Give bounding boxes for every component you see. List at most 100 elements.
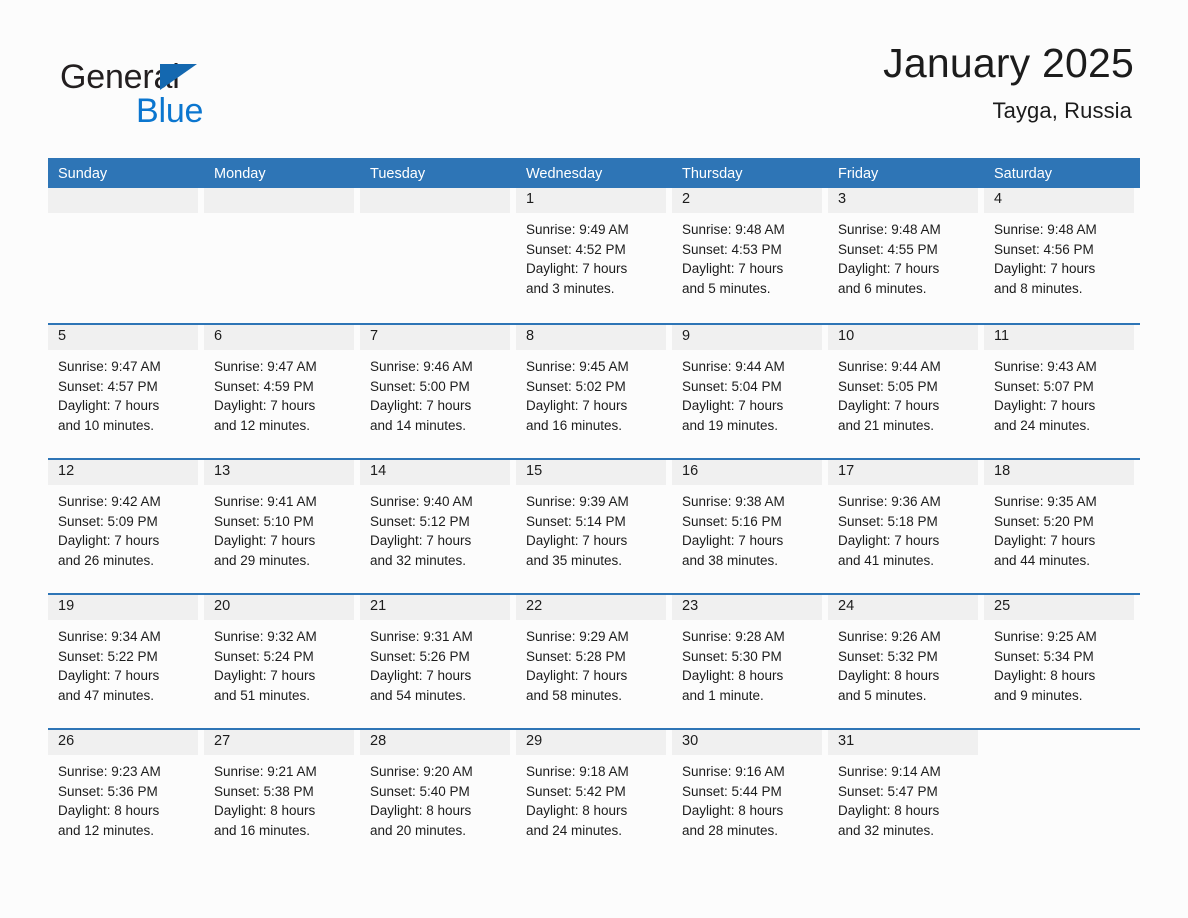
day-number: 31 bbox=[828, 730, 978, 755]
general-blue-logo[interactable]: General Blue bbox=[60, 48, 320, 140]
daylight-text-line1: Daylight: 8 hours bbox=[838, 668, 940, 684]
sunrise-text: Sunrise: 9:23 AM bbox=[58, 764, 161, 779]
daylight-text-line1: Daylight: 7 hours bbox=[58, 668, 160, 684]
page-title: January 2025 bbox=[883, 40, 1134, 86]
day-details: Sunrise: 9:38 AM Sunset: 5:16 PM Daylight:… bbox=[672, 485, 822, 571]
sunrise-text: Sunrise: 9:38 AM bbox=[682, 494, 785, 509]
calendar-weeks: 1 Sunrise: 9:49 AM Sunset: 4:52 PM Daylight… bbox=[48, 188, 1140, 863]
sunset-text: Sunset: 5:07 PM bbox=[994, 378, 1094, 394]
sunrise-text: Sunrise: 9:41 AM bbox=[214, 494, 317, 509]
page-header: General Blue January 2025 Tayga, Russia bbox=[48, 40, 1140, 150]
sunset-text: Sunset: 4:53 PM bbox=[682, 241, 782, 257]
day-details: Sunrise: 9:45 AM Sunset: 5:02 PM Daylight:… bbox=[516, 350, 666, 436]
daylight-text-line2: and 20 minutes. bbox=[370, 823, 467, 839]
sunset-text: Sunset: 5:36 PM bbox=[58, 783, 158, 799]
day-details: Sunrise: 9:48 AM Sunset: 4:55 PM Daylight:… bbox=[828, 213, 978, 299]
calendar-grid: Sunday Monday Tuesday Wednesday Thursday… bbox=[48, 158, 1140, 863]
daylight-text-line1: Daylight: 7 hours bbox=[526, 533, 628, 549]
daylight-text-line2: and 26 minutes. bbox=[58, 553, 155, 569]
daylight-text-line1: Daylight: 7 hours bbox=[526, 261, 628, 277]
calendar-day-cell[interactable]: 19 Sunrise: 9:34 AM Sunset: 5:22 PM Dayligh… bbox=[48, 595, 204, 728]
day-cell-inner bbox=[48, 188, 198, 323]
calendar-day-cell[interactable]: 9 Sunrise: 9:44 AM Sunset: 5:04 PM Daylight… bbox=[672, 325, 828, 458]
sunset-text: Sunset: 5:42 PM bbox=[526, 783, 626, 799]
day-number: 20 bbox=[204, 595, 354, 620]
day-number: 2 bbox=[672, 188, 822, 213]
day-number: 19 bbox=[48, 595, 198, 620]
calendar-day-cell[interactable]: 18 Sunrise: 9:35 AM Sunset: 5:20 PM Dayligh… bbox=[984, 460, 1140, 593]
calendar-day-cell[interactable]: 10 Sunrise: 9:44 AM Sunset: 5:05 PM Dayligh… bbox=[828, 325, 984, 458]
calendar-day-cell[interactable]: 3 Sunrise: 9:48 AM Sunset: 4:55 PM Daylight… bbox=[828, 188, 984, 323]
day-details: Sunrise: 9:47 AM Sunset: 4:57 PM Daylight:… bbox=[48, 350, 198, 436]
day-cell-inner bbox=[204, 188, 354, 323]
calendar-day-cell[interactable]: 30 Sunrise: 9:16 AM Sunset: 5:44 PM Dayligh… bbox=[672, 730, 828, 863]
day-cell-inner: 17 Sunrise: 9:36 AM Sunset: 5:18 PM Dayligh… bbox=[828, 460, 978, 593]
calendar-day-cell[interactable]: 5 Sunrise: 9:47 AM Sunset: 4:57 PM Daylight… bbox=[48, 325, 204, 458]
calendar-day-cell[interactable]: 26 Sunrise: 9:23 AM Sunset: 5:36 PM Dayligh… bbox=[48, 730, 204, 863]
day-details: Sunrise: 9:36 AM Sunset: 5:18 PM Daylight:… bbox=[828, 485, 978, 571]
day-number bbox=[204, 188, 354, 213]
calendar-page: General Blue January 2025 Tayga, Russia … bbox=[0, 0, 1188, 918]
day-details: Sunrise: 9:48 AM Sunset: 4:56 PM Daylight:… bbox=[984, 213, 1134, 299]
calendar-day-cell[interactable]: 4 Sunrise: 9:48 AM Sunset: 4:56 PM Daylight… bbox=[984, 188, 1140, 323]
calendar-day-cell[interactable]: 25 Sunrise: 9:25 AM Sunset: 5:34 PM Dayligh… bbox=[984, 595, 1140, 728]
calendar-day-cell[interactable]: 21 Sunrise: 9:31 AM Sunset: 5:26 PM Dayligh… bbox=[360, 595, 516, 728]
day-details: Sunrise: 9:16 AM Sunset: 5:44 PM Daylight:… bbox=[672, 755, 822, 841]
calendar-day-cell[interactable]: 24 Sunrise: 9:26 AM Sunset: 5:32 PM Dayligh… bbox=[828, 595, 984, 728]
daylight-text-line1: Daylight: 8 hours bbox=[838, 803, 940, 819]
calendar-day-cell[interactable]: 28 Sunrise: 9:20 AM Sunset: 5:40 PM Dayligh… bbox=[360, 730, 516, 863]
daylight-text-line2: and 10 minutes. bbox=[58, 418, 155, 434]
day-details: Sunrise: 9:14 AM Sunset: 5:47 PM Daylight:… bbox=[828, 755, 978, 841]
day-cell-inner: 10 Sunrise: 9:44 AM Sunset: 5:05 PM Dayligh… bbox=[828, 325, 978, 458]
day-number: 15 bbox=[516, 460, 666, 485]
daylight-text-line1: Daylight: 7 hours bbox=[58, 398, 160, 414]
daylight-text-line1: Daylight: 7 hours bbox=[370, 398, 472, 414]
daylight-text-line2: and 14 minutes. bbox=[370, 418, 467, 434]
calendar-day-cell[interactable]: 22 Sunrise: 9:29 AM Sunset: 5:28 PM Dayligh… bbox=[516, 595, 672, 728]
calendar-week-row: 26 Sunrise: 9:23 AM Sunset: 5:36 PM Dayligh… bbox=[48, 728, 1140, 863]
calendar-day-cell[interactable]: 23 Sunrise: 9:28 AM Sunset: 5:30 PM Dayligh… bbox=[672, 595, 828, 728]
calendar-day-cell[interactable]: 2 Sunrise: 9:48 AM Sunset: 4:53 PM Daylight… bbox=[672, 188, 828, 323]
day-number: 27 bbox=[204, 730, 354, 755]
sunset-text: Sunset: 4:55 PM bbox=[838, 241, 938, 257]
calendar-day-cell[interactable]: 15 Sunrise: 9:39 AM Sunset: 5:14 PM Dayligh… bbox=[516, 460, 672, 593]
calendar-day-cell[interactable]: 29 Sunrise: 9:18 AM Sunset: 5:42 PM Dayligh… bbox=[516, 730, 672, 863]
sunrise-text: Sunrise: 9:47 AM bbox=[58, 359, 161, 374]
calendar-day-cell[interactable]: 1 Sunrise: 9:49 AM Sunset: 4:52 PM Daylight… bbox=[516, 188, 672, 323]
day-details: Sunrise: 9:41 AM Sunset: 5:10 PM Daylight:… bbox=[204, 485, 354, 571]
page-subtitle: Tayga, Russia bbox=[992, 98, 1132, 124]
day-number: 7 bbox=[360, 325, 510, 350]
calendar-day-cell[interactable]: 12 Sunrise: 9:42 AM Sunset: 5:09 PM Dayligh… bbox=[48, 460, 204, 593]
day-cell-inner: 24 Sunrise: 9:26 AM Sunset: 5:32 PM Dayligh… bbox=[828, 595, 978, 728]
calendar-day-cell[interactable]: 17 Sunrise: 9:36 AM Sunset: 5:18 PM Dayligh… bbox=[828, 460, 984, 593]
calendar-day-cell[interactable]: 20 Sunrise: 9:32 AM Sunset: 5:24 PM Dayligh… bbox=[204, 595, 360, 728]
day-details: Sunrise: 9:18 AM Sunset: 5:42 PM Daylight:… bbox=[516, 755, 666, 841]
calendar-day-cell[interactable]: 16 Sunrise: 9:38 AM Sunset: 5:16 PM Dayligh… bbox=[672, 460, 828, 593]
day-cell-inner: 15 Sunrise: 9:39 AM Sunset: 5:14 PM Dayligh… bbox=[516, 460, 666, 593]
day-cell-inner: 8 Sunrise: 9:45 AM Sunset: 5:02 PM Daylight… bbox=[516, 325, 666, 458]
calendar-day-cell[interactable]: 31 Sunrise: 9:14 AM Sunset: 5:47 PM Dayligh… bbox=[828, 730, 984, 863]
day-number: 11 bbox=[984, 325, 1134, 350]
calendar-day-cell[interactable]: 14 Sunrise: 9:40 AM Sunset: 5:12 PM Dayligh… bbox=[360, 460, 516, 593]
daylight-text-line1: Daylight: 7 hours bbox=[214, 398, 316, 414]
day-number bbox=[48, 188, 198, 213]
sunrise-text: Sunrise: 9:36 AM bbox=[838, 494, 941, 509]
sunset-text: Sunset: 4:52 PM bbox=[526, 241, 626, 257]
calendar-day-cell[interactable]: 7 Sunrise: 9:46 AM Sunset: 5:00 PM Daylight… bbox=[360, 325, 516, 458]
daylight-text-line1: Daylight: 7 hours bbox=[370, 668, 472, 684]
sunrise-text: Sunrise: 9:21 AM bbox=[214, 764, 317, 779]
daylight-text-line2: and 24 minutes. bbox=[526, 823, 623, 839]
day-number: 24 bbox=[828, 595, 978, 620]
weekday-header-saturday: Saturday bbox=[994, 166, 1053, 182]
sunrise-text: Sunrise: 9:14 AM bbox=[838, 764, 941, 779]
day-details: Sunrise: 9:20 AM Sunset: 5:40 PM Daylight:… bbox=[360, 755, 510, 841]
day-cell-inner: 5 Sunrise: 9:47 AM Sunset: 4:57 PM Daylight… bbox=[48, 325, 198, 458]
day-cell-inner: 7 Sunrise: 9:46 AM Sunset: 5:00 PM Daylight… bbox=[360, 325, 510, 458]
calendar-day-cell[interactable]: 27 Sunrise: 9:21 AM Sunset: 5:38 PM Dayligh… bbox=[204, 730, 360, 863]
calendar-day-cell[interactable]: 8 Sunrise: 9:45 AM Sunset: 5:02 PM Daylight… bbox=[516, 325, 672, 458]
calendar-day-cell[interactable]: 13 Sunrise: 9:41 AM Sunset: 5:10 PM Dayligh… bbox=[204, 460, 360, 593]
day-details: Sunrise: 9:21 AM Sunset: 5:38 PM Daylight:… bbox=[204, 755, 354, 841]
calendar-day-cell[interactable]: 6 Sunrise: 9:47 AM Sunset: 4:59 PM Daylight… bbox=[204, 325, 360, 458]
sunset-text: Sunset: 5:09 PM bbox=[58, 513, 158, 529]
calendar-day-cell[interactable]: 11 Sunrise: 9:43 AM Sunset: 5:07 PM Dayligh… bbox=[984, 325, 1140, 458]
